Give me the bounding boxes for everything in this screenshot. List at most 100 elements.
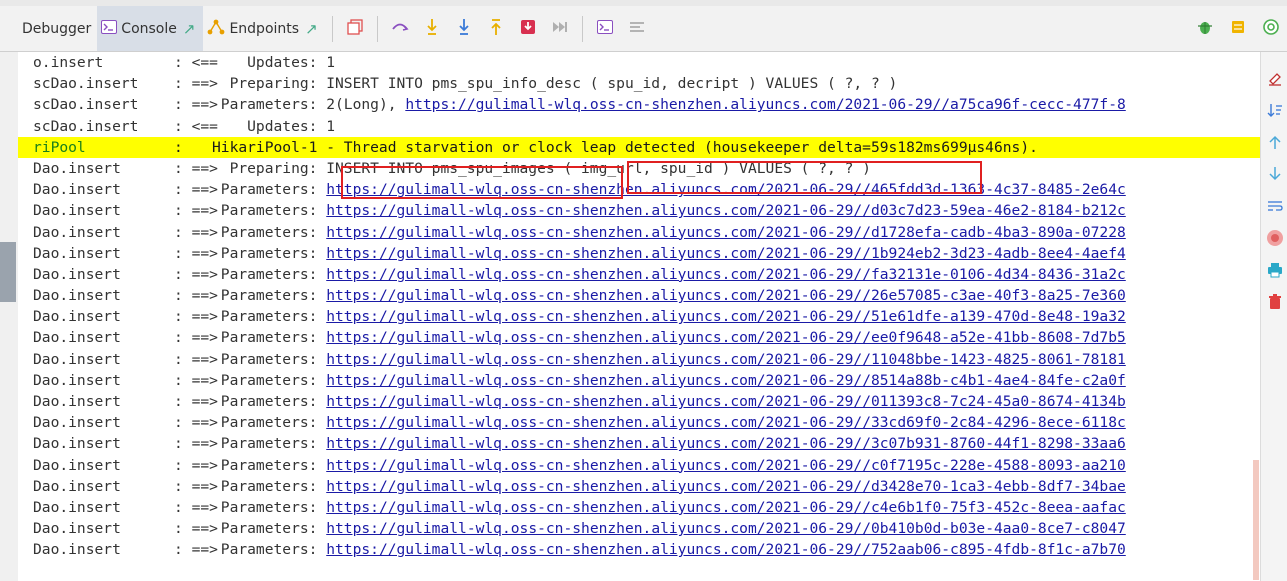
- log-url-link[interactable]: https://gulimall-wlq.oss-cn-shenzhen.ali…: [326, 414, 1126, 431]
- log-logger-name: Dao.insert: [33, 308, 121, 326]
- log-url-link[interactable]: https://gulimall-wlq.oss-cn-shenzhen.ali…: [326, 435, 1126, 452]
- delete-button[interactable]: [1265, 294, 1285, 314]
- settings-button[interactable]: [1254, 6, 1287, 51]
- log-url-link[interactable]: https://gulimall-wlq.oss-cn-shenzhen.ali…: [326, 372, 1126, 389]
- stop-button[interactable]: [1265, 230, 1285, 250]
- log-url-link[interactable]: https://gulimall-wlq.oss-cn-shenzhen.ali…: [326, 541, 1126, 558]
- debug-toolbar: Debugger Console ↗ Endpoints ↗: [0, 6, 1287, 52]
- toolbar-separator: [581, 15, 583, 42]
- trace-icon: [629, 20, 645, 38]
- log-logger-name: Dao.insert: [33, 287, 121, 305]
- log-url-link[interactable]: https://gulimall-wlq.oss-cn-shenzhen.ali…: [326, 351, 1126, 368]
- tab-debugger[interactable]: Debugger: [0, 6, 97, 51]
- log-url-link[interactable]: https://gulimall-wlq.oss-cn-shenzhen.ali…: [326, 499, 1126, 516]
- arrow-up-right-icon[interactable]: ↗: [305, 20, 318, 38]
- arrow-up-right-icon[interactable]: ↗: [183, 20, 196, 38]
- show-frames-button[interactable]: [339, 6, 371, 51]
- log-line: Dao.insert: ==> Parameters: https://guli…: [18, 455, 1260, 476]
- log-direction: : ==>: [174, 498, 218, 516]
- tab-console[interactable]: Console ↗: [97, 6, 204, 51]
- run-to-cursor-button[interactable]: [544, 6, 576, 51]
- step-out-icon: [489, 18, 503, 40]
- sort-icon: [1267, 102, 1283, 122]
- log-url-link[interactable]: https://gulimall-wlq.oss-cn-shenzhen.ali…: [326, 224, 1126, 241]
- step-over-icon: [391, 20, 409, 38]
- evaluate-expression-button[interactable]: [589, 6, 621, 51]
- print-button[interactable]: [1265, 262, 1285, 282]
- log-direction: : ==>: [174, 393, 218, 410]
- log-text: 2(Long),: [317, 96, 406, 114]
- log-url-link[interactable]: https://gulimall-wlq.oss-cn-shenzhen.ali…: [326, 329, 1126, 346]
- log-label: Parameters:: [212, 308, 318, 326]
- log-url-link[interactable]: https://gulimall-wlq.oss-cn-shenzhen.ali…: [326, 520, 1126, 537]
- log-url-link[interactable]: https://gulimall-wlq.oss-cn-shenzhen.ali…: [326, 393, 1126, 410]
- log-line: Dao.insert: ==> Parameters: https://guli…: [18, 200, 1260, 221]
- log-line: Dao.insert: ==> Parameters: https://guli…: [18, 433, 1260, 454]
- log-url-link[interactable]: https://gulimall-wlq.oss-cn-shenzhen.ali…: [326, 457, 1126, 474]
- step-over-button[interactable]: [384, 6, 416, 51]
- log-url-link[interactable]: https://gulimall-wlq.oss-cn-shenzhen.ali…: [326, 202, 1126, 219]
- log-label: Parameters:: [212, 393, 318, 410]
- clear-button[interactable]: [1265, 70, 1285, 90]
- terminal-icon: [596, 19, 613, 38]
- left-gutter: [0, 52, 19, 581]
- log-label: Parameters:: [212, 520, 318, 538]
- log-url-link[interactable]: https://gulimall-wlq.oss-cn-shenzhen.ali…: [326, 266, 1126, 283]
- log-url-link[interactable]: https://gulimall-wlq.oss-cn-shenzhen.ali…: [326, 478, 1126, 495]
- scroll-down-button[interactable]: [1265, 166, 1285, 186]
- log-label: Parameters:: [212, 414, 318, 432]
- scrollbar-track[interactable]: [1253, 460, 1259, 580]
- log-line: Dao.insert: ==> Parameters: https://guli…: [18, 391, 1260, 412]
- log-direction: : ==>: [174, 181, 218, 199]
- wrap-icon: [1267, 198, 1283, 218]
- memory-button[interactable]: [1221, 6, 1254, 51]
- log-direction: : ==>: [174, 223, 218, 241]
- log-logger-name: Dao.insert: [33, 181, 121, 199]
- log-line: Dao.insert: ==> Parameters: https://guli…: [18, 222, 1260, 243]
- right-toolbar: [1260, 52, 1287, 581]
- step-into-button[interactable]: [416, 6, 448, 51]
- trash-icon: [1268, 294, 1282, 314]
- run-to-cursor-icon: [552, 20, 568, 38]
- log-logger-name: Dao.insert: [33, 541, 121, 559]
- gutter-marker: [0, 242, 16, 302]
- log-direction: : ==>: [174, 435, 218, 453]
- memory-chip-icon: [1230, 19, 1246, 39]
- log-url-link[interactable]: https://gulimall-wlq.oss-cn-shenzhen.ali…: [326, 287, 1126, 304]
- log-line: Dao.insert: ==> Parameters: https://guli…: [18, 518, 1260, 539]
- log-direction: : ==>: [174, 159, 218, 177]
- bug-icon: [1197, 18, 1213, 40]
- log-label: Parameters:: [212, 202, 318, 220]
- log-line: Dao.insert: ==> Parameters: https://guli…: [18, 412, 1260, 433]
- sort-button[interactable]: [1265, 102, 1285, 122]
- log-logger-name: Dao.insert: [33, 520, 121, 538]
- log-label: Parameters:: [212, 498, 318, 516]
- log-url-link[interactable]: https://gulimall-wlq.oss-cn-shenzhen.ali…: [326, 245, 1126, 262]
- log-label: Parameters:: [212, 371, 318, 389]
- debug-bug-button[interactable]: [1188, 6, 1221, 51]
- gear-icon: [1262, 18, 1280, 40]
- drop-frame-button[interactable]: [512, 6, 544, 51]
- trace-button[interactable]: [621, 6, 653, 51]
- step-out-button[interactable]: [480, 6, 512, 51]
- console-output[interactable]: o.insert: <== Updates: 1 scDao.insert: ==…: [18, 52, 1260, 581]
- log-direction: : ==>: [174, 456, 218, 474]
- force-step-into-button[interactable]: [448, 6, 480, 51]
- soft-wrap-button[interactable]: [1265, 198, 1285, 218]
- scroll-up-button[interactable]: [1265, 134, 1285, 154]
- log-url-link[interactable]: https://gulimall-wlq.oss-cn-shenzhen.ali…: [326, 308, 1126, 325]
- log-url-link[interactable]: https://gulimall-wlq.oss-cn-shenzhen.ali…: [405, 96, 1125, 113]
- log-line: Dao.insert: ==> Parameters: https://guli…: [18, 243, 1260, 264]
- log-logger-name: scDao.insert: [33, 117, 139, 135]
- tab-endpoints[interactable]: Endpoints ↗: [203, 6, 325, 51]
